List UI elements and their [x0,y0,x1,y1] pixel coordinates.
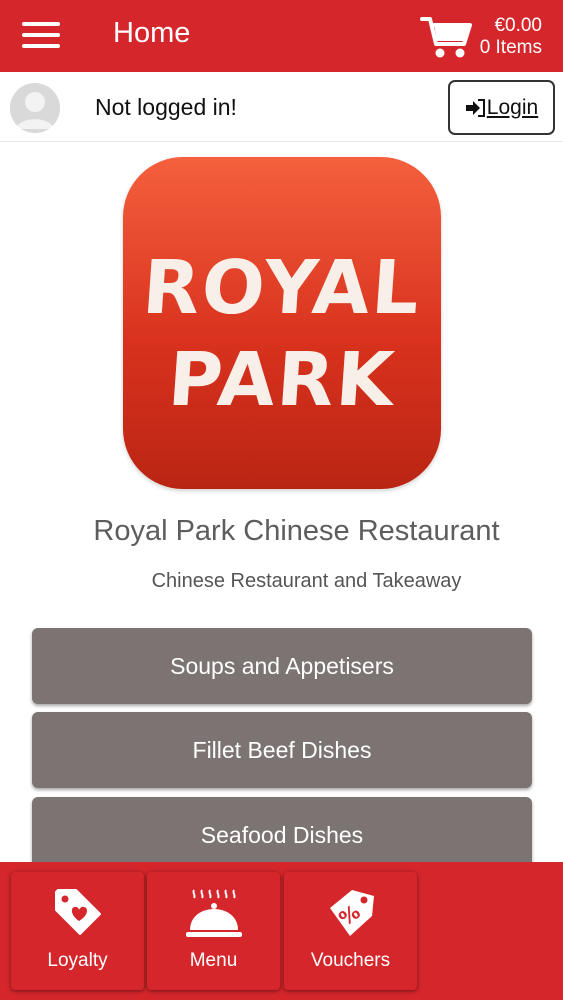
nav-item-menu[interactable]: Menu [147,872,280,990]
hamburger-icon[interactable] [22,22,60,52]
cart-item-count[interactable]: 0 Items [480,37,542,59]
bottom-navigation: Loyalty Menu % Vouchers [0,862,563,1000]
avatar-placeholder-icon [10,83,60,133]
logo-text-line1: ROYAL [139,245,425,331]
login-status-text: Not logged in! [95,94,237,120]
percent-tag-icon: % [329,890,374,936]
user-bar: Not logged in! Login [0,72,563,142]
home-screen: Home €0.00 0 Items Not logged in! Login [0,0,563,1000]
nav-label-vouchers: Vouchers [310,950,391,971]
cart-amount[interactable]: €0.00 [494,15,542,37]
nav-item-vouchers[interactable]: % Vouchers [284,872,417,990]
cloche-icon [185,889,242,937]
restaurant-logo: ROYAL PARK [123,157,441,489]
restaurant-name: Royal Park Chinese Restaurant [93,515,500,547]
nav-item-loyalty[interactable]: Loyalty [11,872,144,990]
restaurant-subtitle: Chinese Restaurant and Takeaway [151,570,462,592]
nav-label-menu: Menu [189,950,238,971]
page-title: Home [113,17,191,49]
category-button-soups[interactable]: Soups and Appetisers [32,628,532,704]
category-button-beef[interactable]: Fillet Beef Dishes [32,712,532,788]
nav-label-loyalty: Loyalty [47,950,108,971]
heart-tag-icon [54,889,101,935]
login-button[interactable]: Login [448,80,555,135]
logo-text-line2: PARK [165,337,399,423]
top-app-bar: Home €0.00 0 Items [0,0,563,72]
login-button-label: Login [486,95,539,119]
sign-in-icon [465,98,485,117]
cart-icon[interactable] [420,14,472,60]
